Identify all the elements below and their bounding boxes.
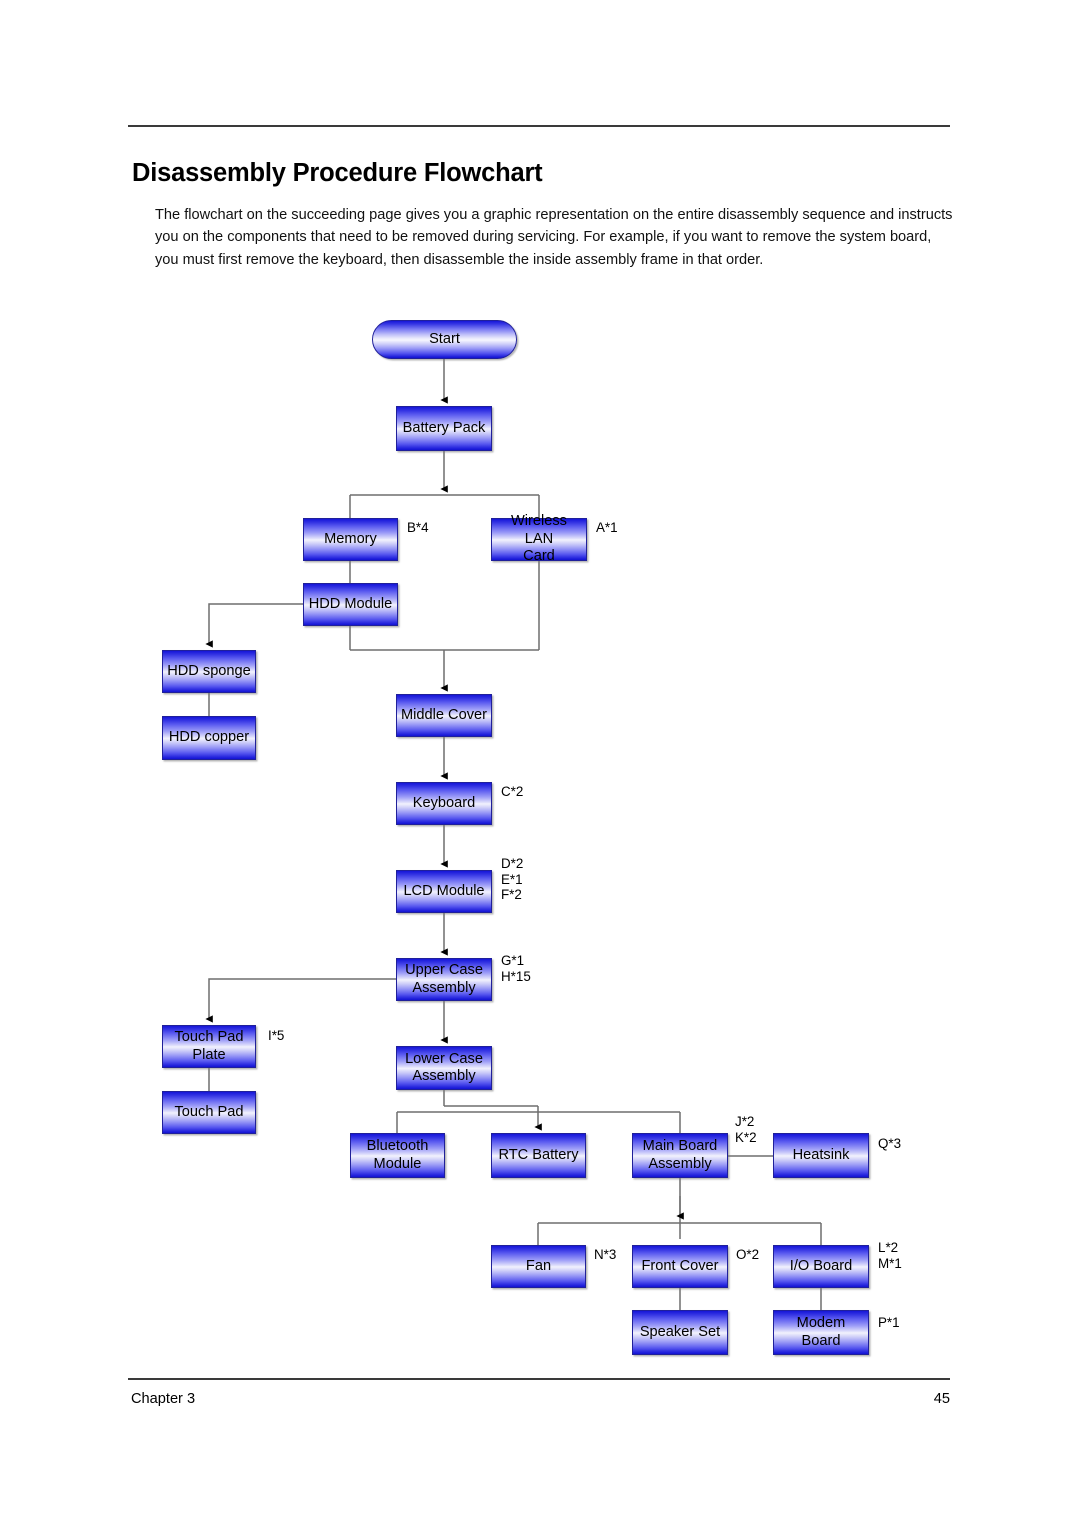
flow-node-io-board-label: I/O Board <box>789 1257 853 1274</box>
flow-node-heatsink[interactable]: Heatsink <box>773 1133 869 1178</box>
flow-node-fan-label: Fan <box>525 1257 552 1274</box>
flow-node-start-label: Start <box>429 330 460 347</box>
flow-node-keyboard-label: Keyboard <box>412 794 476 811</box>
footer-divider <box>128 1378 950 1380</box>
flow-node-bluetooth-module[interactable]: Bluetooth Module <box>350 1133 445 1178</box>
flow-node-touch-pad[interactable]: Touch Pad <box>162 1091 256 1134</box>
flow-tag-upper-case-assembly: G*1 H*15 <box>501 953 531 984</box>
flow-tag-heatsink: Q*3 <box>878 1136 902 1151</box>
flow-node-memory-label: Memory <box>324 530 377 547</box>
flow-node-modem-board-label: Modem Board <box>796 1315 846 1349</box>
flow-tag-fan: N*3 <box>594 1247 617 1262</box>
flow-node-rtc-battery[interactable]: RTC Battery <box>491 1133 586 1178</box>
flow-tag-main-board-assembly: J*2 K*2 <box>735 1114 757 1145</box>
disassembly-flowchart: Start Battery Pack Memory B*4 Wireless L… <box>0 0 1080 1528</box>
flow-node-middle-cover[interactable]: Middle Cover <box>396 694 492 737</box>
flow-node-battery-pack-label: Battery Pack <box>402 419 486 436</box>
flow-node-middle-cover-label: Middle Cover <box>401 706 487 723</box>
flow-node-speaker-set[interactable]: Speaker Set <box>632 1310 728 1355</box>
flow-node-lcd-module[interactable]: LCD Module <box>396 870 492 913</box>
flow-node-heatsink-label: Heatsink <box>792 1146 850 1163</box>
flow-node-fan[interactable]: Fan <box>491 1245 586 1288</box>
flow-node-rtc-battery-label: RTC Battery <box>498 1146 579 1163</box>
flow-node-main-board-assembly[interactable]: Main Board Assembly <box>632 1133 728 1178</box>
flow-node-main-board-assembly-label: Main Board Assembly <box>642 1138 718 1172</box>
flow-node-hdd-module[interactable]: HDD Module <box>303 583 398 626</box>
flow-tag-modem-board: P*1 <box>878 1315 900 1330</box>
flow-node-battery-pack[interactable]: Battery Pack <box>396 406 492 451</box>
flow-node-speaker-set-label: Speaker Set <box>639 1323 721 1340</box>
flow-node-modem-board[interactable]: Modem Board <box>773 1310 869 1355</box>
flow-node-touch-pad-plate-label: Touch Pad Plate <box>174 1029 244 1063</box>
flow-tag-keyboard: C*2 <box>501 784 524 799</box>
flow-tag-touch-pad-plate: I*5 <box>268 1028 285 1043</box>
flowchart-connectors <box>205 358 822 1310</box>
flow-node-wireless-lan-card[interactable]: Wireless LAN Card <box>491 513 587 564</box>
flow-tag-io-board: L*2 M*1 <box>878 1240 902 1271</box>
flow-node-hdd-sponge-label: HDD sponge <box>167 662 251 679</box>
flow-tag-memory: B*4 <box>407 520 429 535</box>
flow-node-memory[interactable]: Memory <box>303 518 398 561</box>
flow-node-upper-case-assembly-label: Upper Case Assembly <box>405 962 483 996</box>
flow-node-bluetooth-module-label: Bluetooth Module <box>366 1138 429 1172</box>
flow-node-start[interactable]: Start <box>372 320 517 359</box>
flow-node-front-cover[interactable]: Front Cover <box>632 1245 728 1288</box>
flow-node-hdd-copper[interactable]: HDD copper <box>162 716 256 760</box>
flow-node-hdd-module-label: HDD Module <box>308 595 393 612</box>
flow-tag-wireless-lan-card: A*1 <box>596 520 618 535</box>
flow-node-lower-case-assembly-label: Lower Case Assembly <box>405 1050 483 1085</box>
flow-node-upper-case-assembly[interactable]: Upper Case Assembly <box>396 958 492 1001</box>
flow-node-lcd-module-label: LCD Module <box>403 882 485 899</box>
document-page: Disassembly Procedure Flowchart The flow… <box>0 0 1080 1528</box>
flow-tag-front-cover: O*2 <box>736 1247 760 1262</box>
flow-node-io-board[interactable]: I/O Board <box>773 1245 869 1288</box>
flow-node-lower-case-assembly[interactable]: Lower Case Assembly <box>396 1046 492 1090</box>
flow-node-hdd-copper-label: HDD copper <box>168 729 250 746</box>
flow-node-keyboard[interactable]: Keyboard <box>396 782 492 825</box>
flow-node-hdd-sponge[interactable]: HDD sponge <box>162 650 256 693</box>
flow-node-wireless-lan-card-label: Wireless LAN Card <box>511 513 567 565</box>
flow-node-touch-pad-label: Touch Pad <box>174 1103 244 1120</box>
flow-tag-lcd-module: D*2 E*1 F*2 <box>501 856 524 903</box>
flow-node-front-cover-label: Front Cover <box>641 1257 719 1274</box>
flow-node-touch-pad-plate[interactable]: Touch Pad Plate <box>162 1025 256 1068</box>
footer-chapter: Chapter 3 <box>131 1391 196 1407</box>
footer-page-number: 45 <box>933 1391 950 1407</box>
